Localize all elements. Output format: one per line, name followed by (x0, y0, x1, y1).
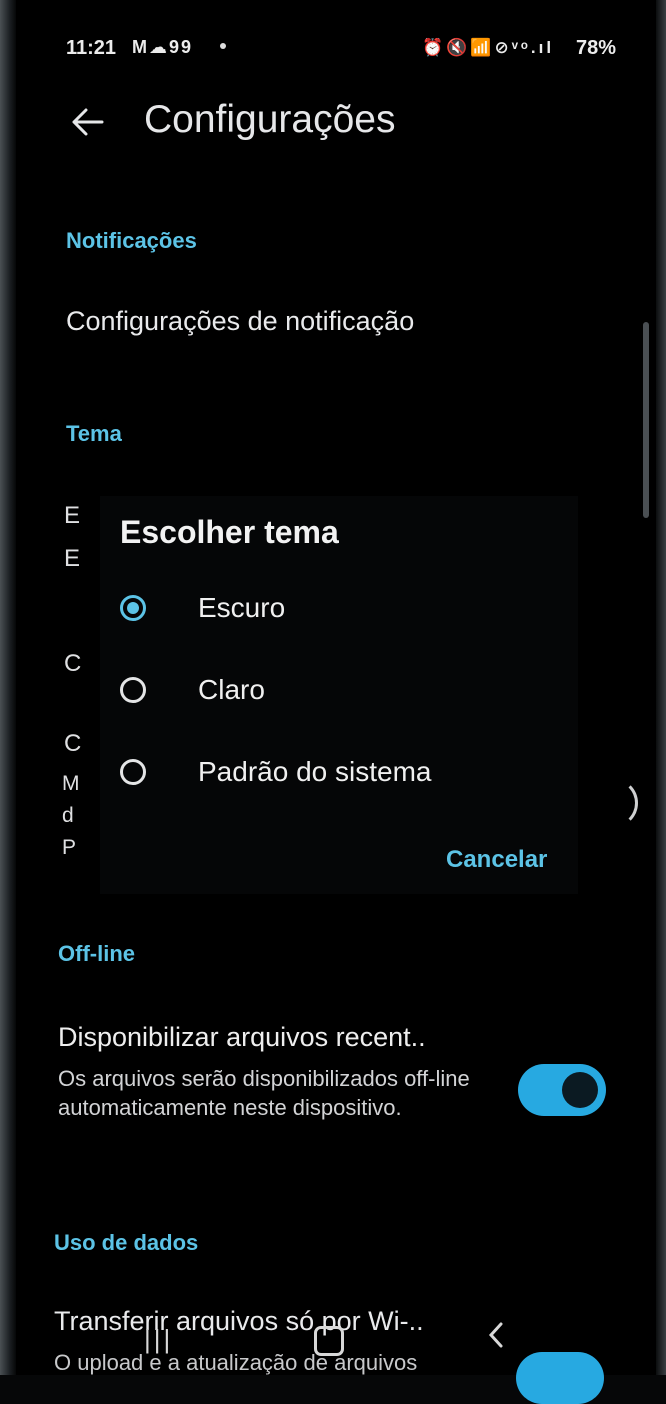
radio-option-system-default[interactable]: Padrão do sistema (112, 744, 431, 800)
radio-label-dark: Escuro (198, 592, 286, 623)
dialog-title: Escolher tema (120, 514, 339, 550)
notification-dot-icon (220, 43, 226, 49)
radio-label-system-default: Padrão do sistema (198, 756, 432, 787)
setting-title-partial: C (64, 730, 82, 757)
notification-settings-item[interactable]: Configurações de notificação (66, 306, 414, 337)
section-header-theme: Tema (66, 421, 122, 446)
radio-checked-icon[interactable] (120, 595, 146, 621)
radio-option-dark[interactable]: Escuro (112, 580, 285, 636)
notification-icons: M☁99 (132, 37, 194, 57)
app-bar: Configurações (66, 92, 626, 156)
arrow-left-icon (72, 108, 104, 136)
device-frame-left (0, 0, 16, 1375)
section-header-offline: Off-line (58, 941, 135, 966)
offline-setting-description: Os arquivos serão disponibilizados off-l… (58, 1066, 470, 1120)
radio-unchecked-icon[interactable] (120, 759, 146, 785)
partial-toggle-indicator (588, 778, 638, 828)
system-nav-bar: ||| (0, 1314, 666, 1370)
section-header-data-usage: Uso de dados (54, 1230, 199, 1255)
radio-option-light[interactable]: Claro (112, 662, 265, 718)
system-status-icons: ⏰🔇📶⊘ᵛᵒ.ıl (422, 38, 555, 57)
section-header-partial: C (64, 650, 82, 677)
theme-item-subtitle-partial: E (64, 545, 81, 572)
cancel-button[interactable]: Cancelar (446, 846, 547, 874)
offline-setting-title: Disponibilizar arquivos recent.. (58, 1022, 426, 1052)
nav-back-icon[interactable] (486, 1320, 506, 1358)
offline-recent-files-setting[interactable]: Disponibilizar arquivos recent.. Os arqu… (56, 1016, 622, 1156)
battery-level: 78% (576, 37, 617, 59)
status-bar: 11:21 M☁99 ⏰🔇📶⊘ᵛᵒ.ıl 78% (66, 34, 646, 66)
radio-label-light: Claro (198, 674, 265, 705)
home-icon[interactable] (314, 1326, 344, 1356)
setting-desc-partial-1: M (62, 772, 80, 795)
status-time: 11:21 (66, 37, 117, 59)
setting-desc-partial-2: d (62, 804, 74, 827)
back-button[interactable] (66, 96, 110, 148)
theme-item-title-partial: E (64, 502, 81, 529)
setting-desc-partial-3: P (62, 836, 77, 859)
page-title: Configurações (144, 98, 396, 141)
toggle-knob (562, 1072, 598, 1108)
choose-theme-dialog: Escolher tema Escuro Claro Padrão do sis… (100, 496, 578, 894)
device-frame-right (656, 0, 666, 1375)
recent-apps-icon[interactable]: ||| (144, 1324, 173, 1355)
offline-toggle[interactable] (518, 1064, 606, 1116)
section-header-notifications: Notificações (66, 228, 197, 253)
scrollbar[interactable] (643, 322, 649, 518)
radio-unchecked-icon[interactable] (120, 677, 146, 703)
